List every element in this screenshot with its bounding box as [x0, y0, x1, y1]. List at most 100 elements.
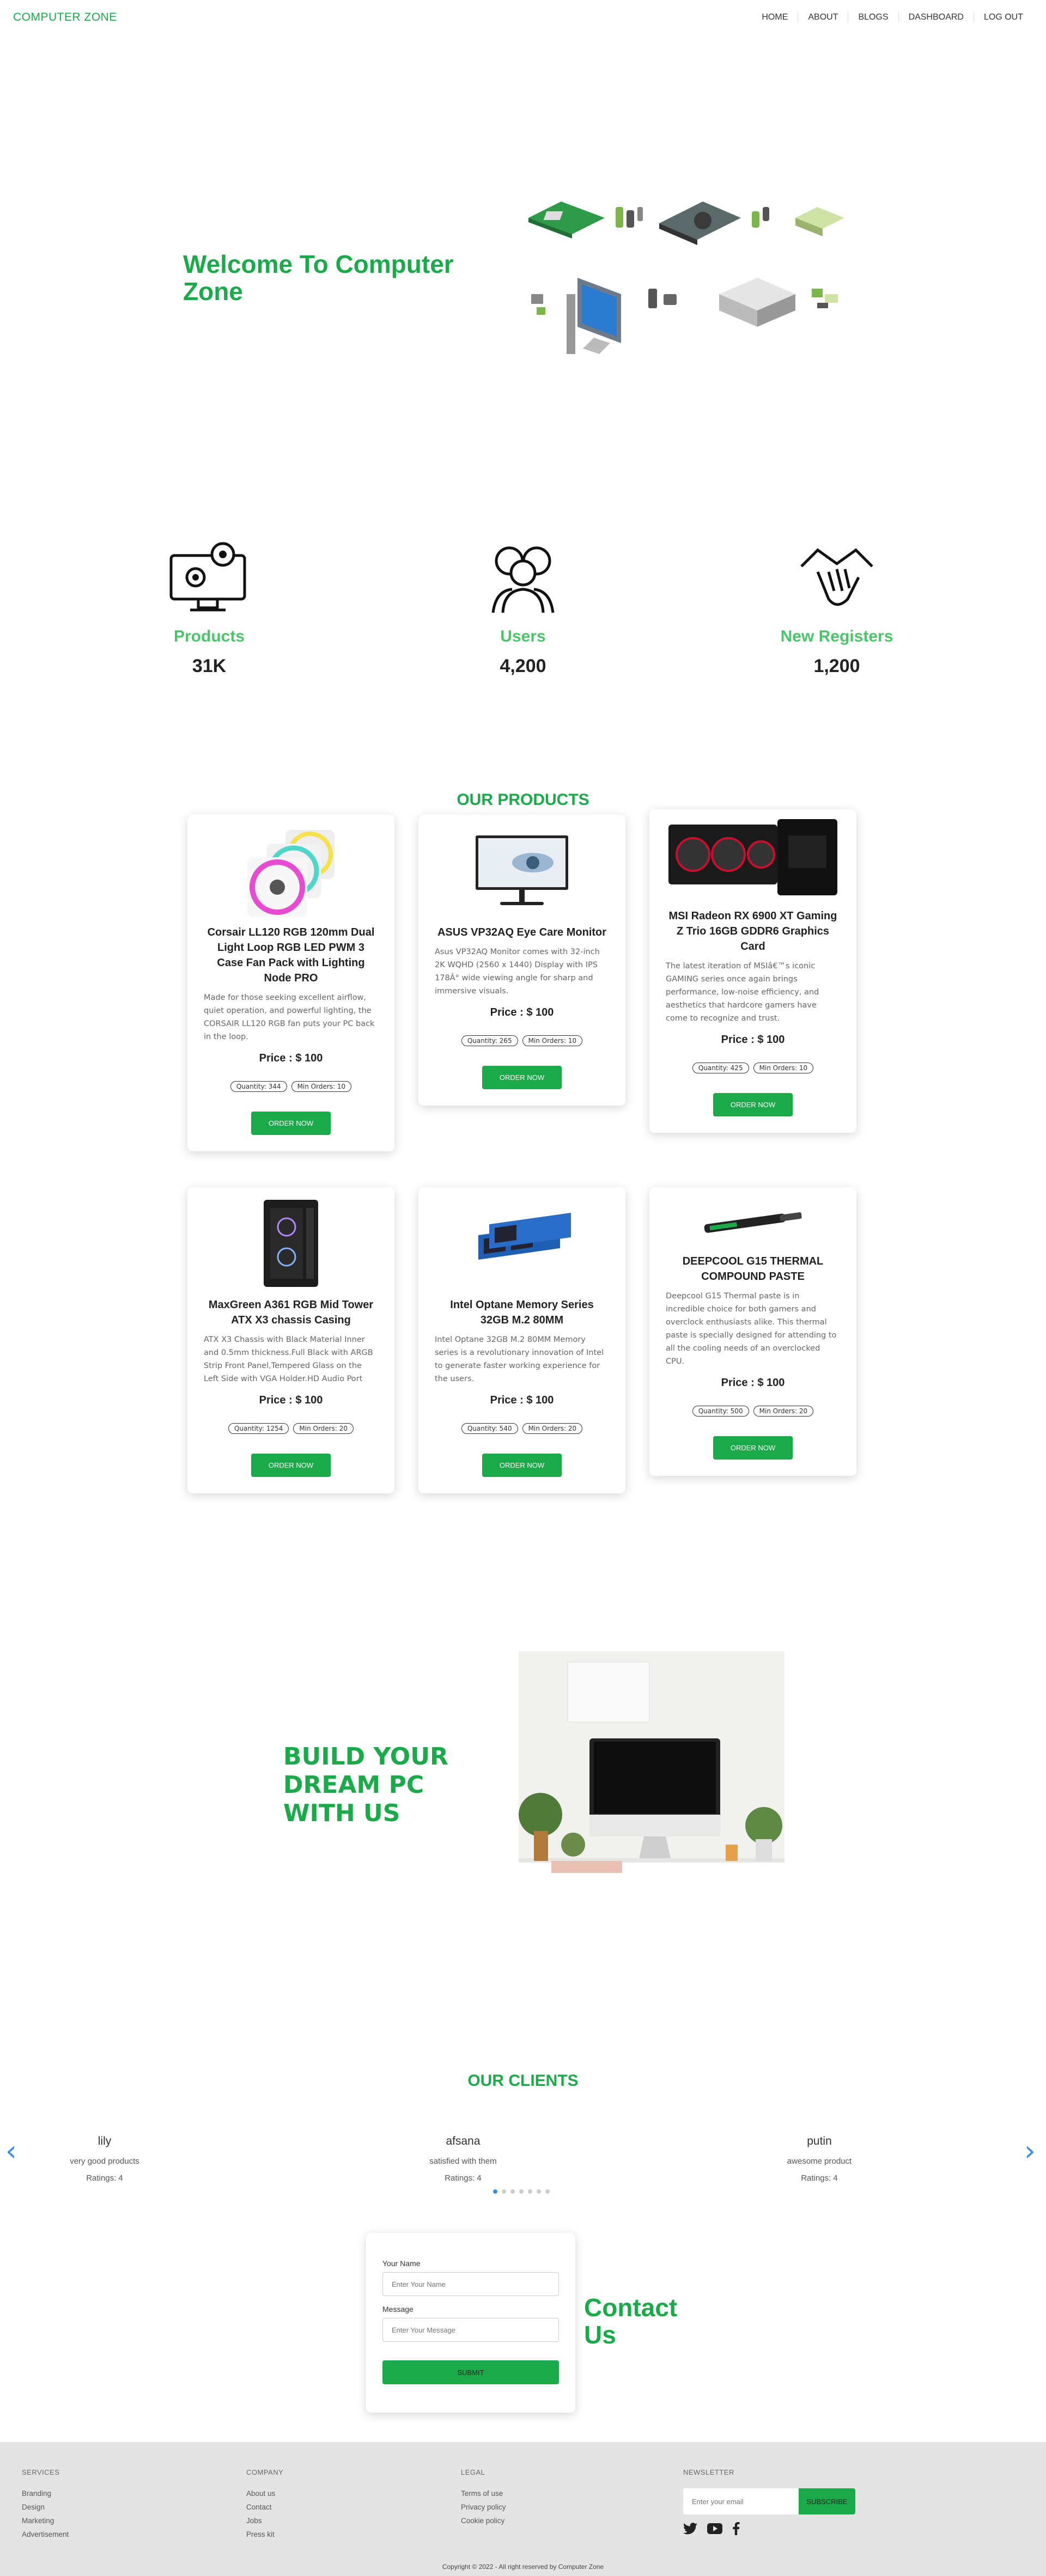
product-badges: Quantity: 425 Min Orders: 10 [666, 1063, 840, 1073]
order-now-button[interactable]: ORDER NOW [482, 1454, 562, 1477]
subscribe-button[interactable]: SUBSCRIBE [799, 2488, 855, 2514]
submit-button[interactable]: SUBMIT [382, 2360, 559, 2384]
brand-logo[interactable]: COMPUTER ZONE [13, 11, 117, 24]
product-name: MaxGreen A361 RGB Mid Tower ATX X3 chass… [208, 1299, 374, 1326]
dream-line-2: WITH US [283, 1799, 400, 1827]
order-now-button[interactable]: ORDER NOW [713, 1436, 793, 1460]
order-now-button[interactable]: ORDER NOW [251, 1112, 331, 1135]
name-input[interactable] [382, 2272, 559, 2296]
product-image [698, 1197, 807, 1246]
footer: SERVICES Branding Design Marketing Adver… [0, 2442, 1046, 2576]
order-now-button[interactable]: ORDER NOW [251, 1454, 331, 1477]
footer-link[interactable]: Design [22, 2503, 69, 2511]
youtube-icon[interactable] [707, 2523, 722, 2534]
footer-link[interactable]: Terms of use [461, 2489, 506, 2498]
thermal-paste-image [704, 1212, 802, 1233]
footer-link[interactable]: Contact [246, 2503, 283, 2511]
stat-new-registers: New Registers 1,200 [755, 539, 919, 677]
min-orders-badge: Min Orders: 10 [291, 1081, 352, 1092]
twitter-icon[interactable] [683, 2523, 697, 2535]
product-name: DEEPCOOL G15 THERMAL COMPOUND PASTE [682, 1255, 824, 1283]
contact-form: Your Name Message SUBMIT [366, 2233, 575, 2413]
carousel-dot[interactable] [528, 2189, 532, 2194]
carousel-dot[interactable] [545, 2189, 550, 2194]
carousel-dot[interactable] [510, 2189, 515, 2194]
contact-heading: Contact Us [584, 2294, 677, 2348]
carousel-next-button[interactable]: › [1024, 2135, 1036, 2168]
facebook-icon[interactable] [732, 2522, 740, 2535]
clients-title: OUR CLIENTS [467, 2072, 579, 2090]
computer-settings-icon [169, 542, 246, 612]
product-price: Price : $ 100 [490, 1006, 554, 1018]
footer-legal: LEGAL Terms of use Privacy policy Cookie… [461, 2468, 506, 2525]
newsletter-email-input[interactable] [683, 2488, 799, 2514]
nav-links: HOME ABOUT BLOGS DASHBOARD LOG OUT [752, 13, 1033, 22]
quantity-badge: Quantity: 265 [461, 1035, 518, 1046]
graphics-card-image [668, 819, 837, 895]
navbar: COMPUTER ZONE HOME ABOUT BLOGS DASHBOARD… [0, 0, 1046, 35]
order-now-button[interactable]: ORDER NOW [482, 1066, 562, 1089]
client-name: afsana [446, 2135, 481, 2147]
product-card: DEEPCOOL G15 THERMAL COMPOUND PASTE Deep… [649, 1187, 856, 1476]
client-rating: Ratings: 4 [445, 2174, 482, 2183]
product-name: Corsair LL120 RGB 120mm Dual Light Loop … [207, 926, 375, 984]
product-price: Price : $ 100 [721, 1034, 785, 1046]
footer-link[interactable]: Marketing [22, 2517, 69, 2525]
carousel-dot[interactable] [519, 2189, 524, 2194]
products-title: OUR PRODUCTS [457, 791, 589, 809]
message-label: Message [382, 2305, 413, 2313]
footer-link[interactable]: Jobs [246, 2517, 283, 2525]
quantity-badge: Quantity: 425 [692, 1063, 749, 1073]
footer-services: SERVICES Branding Design Marketing Adver… [22, 2468, 69, 2538]
case-fan-image [247, 830, 335, 917]
order-now-button[interactable]: ORDER NOW [713, 1093, 793, 1116]
client-name: putin [807, 2135, 832, 2147]
stat-label: Products [173, 627, 245, 645]
product-card: ASUS VP32AQ Eye Care Monitor Asus VP32AQ… [418, 815, 625, 1106]
name-label: Your Name [382, 2259, 421, 2268]
carousel-dot[interactable] [502, 2189, 506, 2194]
product-badges: Quantity: 1254 Min Orders: 20 [204, 1423, 378, 1434]
product-image [668, 819, 837, 901]
message-input[interactable] [382, 2318, 559, 2342]
nav-logout-link[interactable]: LOG OUT [973, 13, 1033, 22]
footer-link[interactable]: Press kit [246, 2530, 283, 2538]
product-price: Price : $ 100 [721, 1377, 785, 1389]
min-orders-badge: Min Orders: 20 [753, 1406, 814, 1417]
footer-link[interactable]: About us [246, 2489, 283, 2498]
footer-heading: SERVICES [22, 2468, 60, 2476]
nav-dashboard-link[interactable]: DASHBOARD [898, 13, 974, 22]
users-icon [491, 546, 555, 613]
pc-case-image [264, 1200, 318, 1287]
product-image [467, 1197, 576, 1290]
client-comment: awesome product [787, 2157, 852, 2166]
product-name: Intel Optane Memory Series 32GB M.2 80MM [450, 1299, 594, 1326]
carousel-dot[interactable] [537, 2189, 541, 2194]
monitor-image [476, 835, 568, 905]
desk-setup-image [519, 1651, 784, 1913]
product-price: Price : $ 100 [259, 1394, 323, 1406]
nav-about-link[interactable]: ABOUT [798, 13, 848, 22]
product-price: Price : $ 100 [259, 1052, 323, 1064]
footer-company: COMPANY About us Contact Jobs Press kit [246, 2468, 283, 2538]
nav-home-link[interactable]: HOME [752, 13, 798, 22]
product-badges: Quantity: 265 Min Orders: 10 [435, 1035, 609, 1046]
footer-link[interactable]: Cookie policy [461, 2517, 506, 2525]
footer-link[interactable]: Privacy policy [461, 2503, 506, 2511]
quantity-badge: Quantity: 500 [692, 1406, 749, 1417]
stat-label: New Registers [780, 627, 893, 645]
footer-link[interactable]: Branding [22, 2489, 69, 2498]
stat-value: 4,200 [500, 656, 546, 676]
product-badges: Quantity: 540 Min Orders: 20 [435, 1423, 609, 1434]
product-description: ATX X3 Chassis with Black Material Inner… [204, 1335, 373, 1383]
quantity-badge: Quantity: 540 [461, 1423, 518, 1434]
client-testimonial: putin awesome product Ratings: 4 [710, 2135, 928, 2183]
quantity-badge: Quantity: 1254 [228, 1423, 289, 1434]
client-rating: Ratings: 4 [801, 2174, 838, 2183]
nav-blogs-link[interactable]: BLOGS [848, 13, 898, 22]
min-orders-badge: Min Orders: 10 [522, 1035, 583, 1046]
footer-link[interactable]: Advertisement [22, 2530, 69, 2538]
min-orders-badge: Min Orders: 10 [753, 1063, 814, 1073]
carousel-dot[interactable] [493, 2189, 497, 2194]
product-image [236, 825, 345, 917]
